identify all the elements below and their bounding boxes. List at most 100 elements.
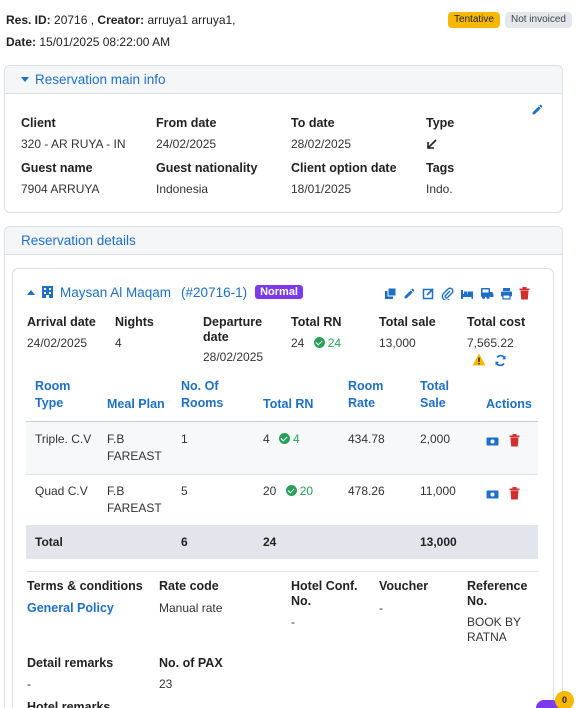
date-value: 15/01/2025 08:22:00 AM [39,35,171,49]
hotel-remarks-label: Hotel remarks [27,700,111,708]
refresh-icon[interactable] [494,353,507,367]
row-rn-ok: 4 [293,432,300,446]
pax-value: 23 [159,677,173,691]
table-total-row [26,525,538,559]
total-sale-label: Total sale [379,315,436,329]
main-info-header[interactable]: Reservation main info [5,66,562,94]
check-circle-icon [313,337,325,348]
res-id-label: Res. ID: [6,13,51,27]
departure-value: 28/02/2025 [203,350,264,364]
section-divider [26,571,538,572]
rate-code-label: Rate code [159,579,219,593]
row-room-type: Quad C.V [35,484,88,498]
delete-icon[interactable] [509,486,520,500]
nights-label: Nights [115,315,154,329]
creator-label: Creator: [97,13,145,27]
total-cost-label: Total cost [467,315,526,329]
copy-icon[interactable] [384,286,397,300]
status-badge-invoice: Not invoiced [504,12,572,28]
guest-nationality-value: Indonesia [156,182,209,196]
row-rooms: 1 [181,432,188,446]
table-row [26,422,538,474]
arrival-label: Arrival date [27,315,96,329]
total-rn-label: Total RN [291,315,342,329]
details-header[interactable]: Reservation details [5,227,562,255]
status-badge-tentative: Tentative [447,12,500,28]
rate-code-value: Manual rate [159,601,223,615]
creator-value: arruya1 arruya1, [147,13,236,27]
tags-value: Indo. [426,182,453,196]
bus-icon[interactable] [480,286,494,300]
col-actions: Actions [486,397,532,411]
attachment-icon[interactable] [441,286,454,301]
hotel-conf-label: Hotel Conf. No. [291,579,358,608]
building-icon [41,285,54,300]
row-meal-plan: F.B FAREAST [107,432,162,463]
col-no-rooms: No. Of Rooms [181,379,224,410]
from-date-value: 24/02/2025 [156,137,217,151]
hotel-name[interactable]: Maysan Al Maqam [60,285,171,300]
total-rn-ok: 24 [327,336,342,350]
hotel-actions [384,286,530,301]
row-divider [26,474,538,475]
col-total-sale: Total Sale [420,379,449,410]
row-rn-number: 4 [263,432,270,446]
client-option-label: Client option date [291,161,397,175]
arrow-down-left-icon [426,136,438,150]
client-option-value: 18/01/2025 [291,182,352,196]
caret-down-icon [21,77,29,82]
hotel-title-row[interactable]: Maysan Al Maqam (#20716-1) Normal [27,283,303,301]
delete-icon[interactable] [509,433,520,447]
details-title: Reservation details [21,233,136,248]
nights-value: 4 [115,336,122,350]
header-line-2: Date: 15/01/2025 08:22:00 AM [6,34,566,50]
total-sale-value: 13,000 [379,336,416,350]
total-row-label: Total [35,535,63,549]
hotel-ref: (#20716-1) [181,284,248,300]
total-row-rn: 24 [263,535,277,549]
status-badges: Tentative Not invoiced [447,12,572,28]
bed-icon[interactable] [460,286,474,300]
reference-label: Reference No. [467,579,528,608]
guest-name-label: Guest name [21,161,93,175]
chat-count-badge: 0 [555,691,574,708]
row-total-sale: 2,000 [420,432,451,446]
edit-square-icon[interactable] [422,286,435,300]
departure-label: Departure date [203,315,263,344]
pax-label: No. of PAX [159,656,223,670]
delete-icon[interactable] [519,286,530,300]
guest-nationality-label: Guest nationality [156,161,258,175]
col-meal-plan: Meal Plan [107,397,165,411]
warning-icon [472,352,486,366]
to-date-value: 28/02/2025 [291,137,352,151]
caret-up-icon [27,289,35,295]
arrival-value: 24/02/2025 [27,336,88,350]
from-date-label: From date [156,116,217,130]
hotel-conf-value: - [291,615,295,629]
voucher-value: - [379,601,383,615]
col-room-type: Room Type [35,379,71,410]
row-total-sale: 11,000 [420,484,456,498]
terms-link[interactable]: General Policy [27,601,114,615]
tags-label: Tags [426,161,455,175]
edit-pencil-icon[interactable] [531,102,544,116]
money-icon[interactable] [486,434,499,448]
row-rn-ok: 20 [299,484,314,498]
col-room-rate: Room Rate [348,379,384,410]
row-room-rate: 434.78 [348,432,385,446]
total-row-sale: 13,000 [420,535,457,549]
client-label: Client [21,116,56,130]
main-info-title: Reservation main info [35,72,166,87]
edit-icon[interactable] [403,286,416,300]
res-id-value: 20716 [54,13,88,27]
row-rn-number: 20 [263,484,277,498]
total-row-rooms: 6 [181,535,188,549]
detail-remarks-label: Detail remarks [27,656,114,670]
col-total-rn: Total RN [263,397,314,411]
guest-name-value: 7904 ARRUYA [21,182,100,196]
print-icon[interactable] [500,286,513,300]
row-rooms: 5 [181,484,188,498]
money-icon[interactable] [486,487,499,501]
check-circle-icon [279,433,291,444]
date-label: Date: [6,35,37,49]
